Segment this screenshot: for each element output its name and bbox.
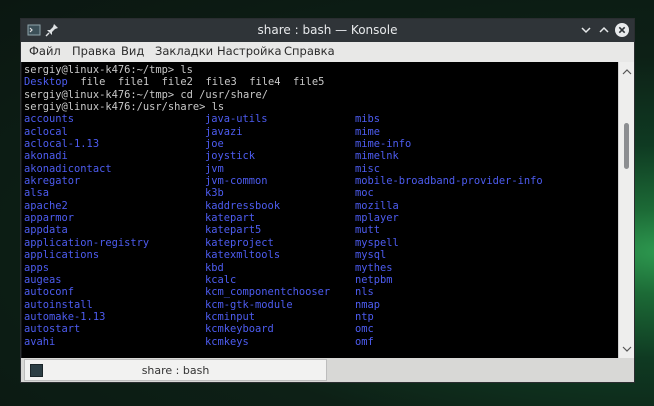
listing-column-3: mibs mime mime-info mimelnk misc mobile-broad…: [355, 113, 543, 348]
directory-entry: mplayer: [355, 212, 399, 225]
directory-entry: nmap: [355, 298, 381, 311]
directory-entry: kcm-gtk-module: [205, 298, 293, 311]
directory-entry: nls: [355, 286, 374, 299]
menu-edit[interactable]: Правка: [72, 44, 116, 58]
directory-entry: alsa: [24, 187, 50, 200]
directory-entry: jvm: [205, 162, 224, 175]
directory-entry: aclocal-1.13: [24, 138, 100, 151]
directory-entry: kcm_componentchooser: [205, 286, 331, 299]
konsole-window: share : bash — Konsole Файл Правка Вид З…: [20, 18, 635, 383]
directory-entry: accounts: [24, 113, 75, 126]
directory-entry: autoconf: [24, 286, 75, 299]
directory-entry: application-registry: [24, 236, 150, 249]
directory-entry: akonadi: [24, 150, 68, 163]
directory-entry: autostart: [24, 323, 81, 336]
terminal-output[interactable]: sergiy@linux-k476:~/tmp> ls Desktop file…: [22, 62, 618, 358]
minimize-icon[interactable]: [578, 22, 594, 38]
directory-entry: applications: [24, 249, 100, 262]
directory-entry: moc: [355, 187, 374, 200]
ls-output-line: Desktop file file1 file2 file3 file4 fil…: [24, 76, 324, 88]
file-entry: file2: [161, 76, 193, 89]
directory-entry: apache2: [24, 199, 68, 212]
directory-entry: akonadicontact: [24, 162, 112, 175]
directory-entry: mythes: [355, 261, 393, 274]
directory-entry: apparmor: [24, 212, 75, 225]
menu-bar: Файл Правка Вид Закладки Настройка Справ…: [21, 42, 634, 62]
directory-entry: mimelnk: [355, 150, 399, 163]
directory-entry: jvm-common: [205, 175, 268, 188]
directory-entry: kcmkeyboard: [205, 323, 274, 336]
directory-entry: katepart5: [205, 224, 262, 237]
menu-view[interactable]: Вид: [121, 44, 144, 58]
directory-entry: mime: [355, 125, 381, 138]
prompt-line: sergiy@linux-k476:~/tmp> ls: [24, 64, 193, 76]
directory-entry: mibs: [355, 113, 381, 126]
menu-file[interactable]: Файл: [29, 44, 61, 58]
directory-entry: avahi: [24, 335, 56, 348]
directory-entry: kcalc: [205, 273, 237, 286]
directory-entry: netpbm: [355, 273, 393, 286]
listing-column-2: java-utils javazi joe joystick jvm jvm-common…: [205, 113, 330, 348]
directory-entry: javazi: [205, 125, 243, 138]
directory-entry: mime-info: [355, 138, 412, 151]
tab-bar: share : bash: [21, 358, 634, 382]
file-entry: file4: [249, 76, 281, 89]
directory-entry: akregator: [24, 175, 81, 188]
maximize-icon[interactable]: [596, 22, 612, 38]
directory-entry: katexmltools: [205, 249, 281, 262]
directory-entry: mysql: [355, 249, 387, 262]
tab-label: share : bash: [141, 364, 210, 377]
close-icon[interactable]: [614, 22, 630, 38]
directory-entry: apps: [24, 261, 50, 274]
prompt-line: sergiy@linux-k476:/usr/share> ls: [24, 101, 225, 114]
scrollbar-thumb[interactable]: [624, 123, 629, 169]
file-entry: file3: [205, 76, 237, 89]
scroll-down-icon[interactable]: [622, 345, 632, 353]
directory-entry: ntp: [355, 310, 374, 323]
directory-entry: java-utils: [205, 113, 268, 126]
directory-entry: mobile-broadband-provider-info: [355, 175, 543, 188]
directory-entry: Desktop: [24, 76, 68, 89]
directory-entry: appdata: [24, 224, 68, 237]
file-entry: file1: [117, 76, 150, 89]
menu-settings[interactable]: Настройка: [217, 44, 282, 58]
prompt-line: sergiy@linux-k476:~/tmp> cd /usr/share/: [24, 88, 268, 101]
tab-share-bash[interactable]: share : bash: [24, 359, 327, 381]
directory-entry: kcminput: [205, 310, 256, 323]
file-entry: file5: [293, 76, 325, 89]
directory-entry: aclocal: [24, 125, 68, 138]
file-entry: file: [80, 76, 106, 89]
directory-entry: katepart: [205, 212, 256, 225]
directory-entry: omc: [355, 323, 374, 336]
menu-bookmarks[interactable]: Закладки: [155, 44, 213, 58]
directory-entry: augeas: [24, 273, 62, 286]
directory-entry: kbd: [205, 261, 224, 274]
directory-entry: mozilla: [355, 199, 399, 212]
directory-entry: autoinstall: [24, 298, 93, 311]
directory-entry: kateproject: [205, 236, 274, 249]
title-bar[interactable]: share : bash — Konsole: [21, 19, 634, 42]
directory-entry: omf: [355, 335, 374, 348]
directory-entry: misc: [355, 162, 381, 175]
window-title: share : bash — Konsole: [257, 23, 398, 37]
vertical-scrollbar[interactable]: [618, 62, 634, 358]
directory-entry: k3b: [205, 187, 224, 200]
directory-entry: joe: [205, 138, 224, 151]
directory-entry: joystick: [205, 150, 256, 163]
directory-entry: myspell: [355, 236, 399, 249]
directory-entry: kaddressbook: [205, 199, 281, 212]
scroll-up-icon[interactable]: [622, 68, 632, 76]
directory-entry: kcmkeys: [205, 335, 249, 348]
menu-help[interactable]: Справка: [284, 44, 335, 58]
directory-entry: automake-1.13: [24, 310, 106, 323]
directory-entry: mutt: [355, 224, 381, 237]
listing-column-1: accounts aclocal aclocal-1.13 akonadi akonad…: [24, 113, 149, 348]
